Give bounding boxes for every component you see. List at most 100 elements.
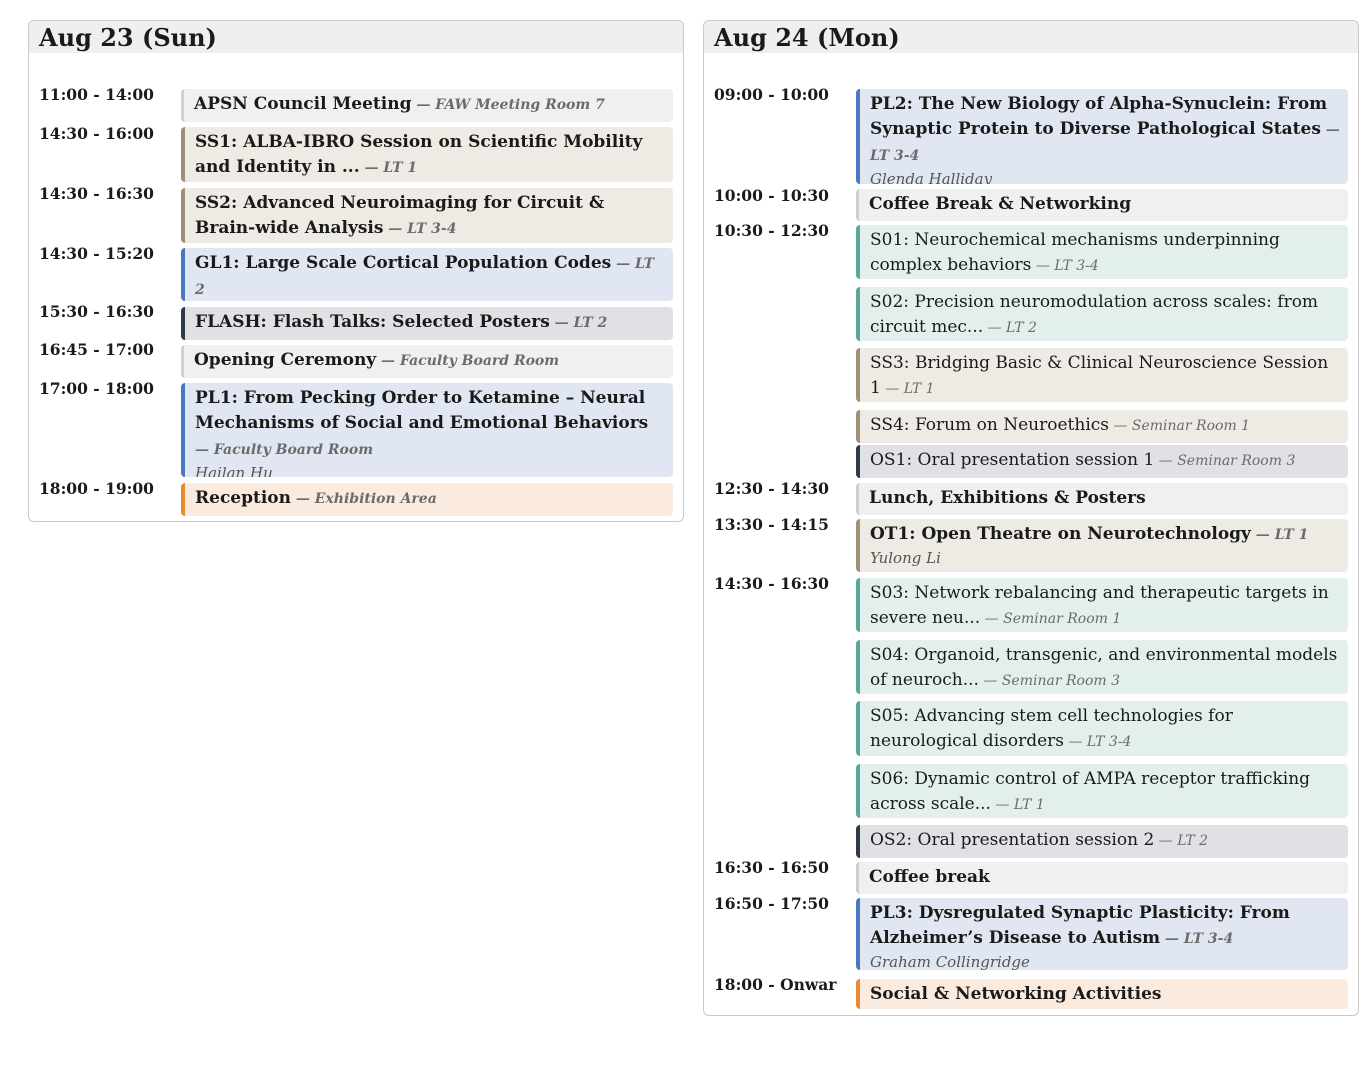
location-separator: — bbox=[1160, 931, 1184, 947]
event-title: Opening Ceremony bbox=[194, 350, 377, 370]
event-card-s04[interactable]: S04: Organoid, transgenic, and environme… bbox=[856, 640, 1348, 694]
location-separator: — bbox=[359, 160, 384, 176]
event-title-line: OS1: Oral presentation session 1 — Semin… bbox=[870, 448, 1340, 474]
event-title: Social & Networking Activities bbox=[870, 984, 1162, 1004]
time-label: 12:30 - 14:30 bbox=[714, 479, 829, 498]
time-label: 18:00 - 19:00 bbox=[39, 479, 154, 498]
event-card-pl1[interactable]: PL1: From Pecking Order to Ketamine – Ne… bbox=[181, 383, 673, 477]
time-label: 16:45 - 17:00 bbox=[39, 340, 154, 359]
event-location: LT 3-4 bbox=[1086, 734, 1132, 750]
time-label: 11:00 - 14:00 bbox=[39, 85, 154, 104]
event-title: SS3: Bridging Basic & Clinical Neuroscie… bbox=[870, 353, 1329, 398]
event-card-lunch-exhibitions-posters[interactable]: Lunch, Exhibitions & Posters bbox=[856, 483, 1348, 515]
event-location: LT 3-4 bbox=[1054, 258, 1099, 274]
event-title-line: PL2: The New Biology of Alpha-Synuclein:… bbox=[870, 92, 1340, 169]
location-separator: — bbox=[1250, 527, 1275, 543]
location-separator: — bbox=[195, 442, 214, 458]
event-title: SS1: ALBA-IBRO Session on Scientific Mob… bbox=[195, 132, 643, 177]
event-title: GL1: Large Scale Cortical Population Cod… bbox=[195, 253, 612, 273]
time-label: 09:00 - 10:00 bbox=[714, 85, 829, 104]
event-card-social-networking-activities[interactable]: Social & Networking Activities bbox=[856, 979, 1348, 1009]
time-label: 16:50 - 17:50 bbox=[714, 894, 829, 913]
event-speaker: Yulong Li bbox=[870, 549, 941, 567]
location-separator: — bbox=[291, 491, 315, 507]
event-title-line: S06: Dynamic control of AMPA receptor tr… bbox=[870, 767, 1340, 818]
time-label: 14:30 - 16:00 bbox=[39, 124, 154, 143]
time-label: 17:00 - 18:00 bbox=[39, 379, 154, 398]
event-title: OS1: Oral presentation session 1 bbox=[870, 450, 1155, 470]
event-title-line: SS4: Forum on Neuroethics — Seminar Room… bbox=[870, 413, 1340, 439]
event-card-pl3[interactable]: PL3: Dysregulated Synaptic Plasticity: F… bbox=[856, 898, 1348, 970]
event-location: Exhibition Area bbox=[314, 491, 437, 507]
day-header: Aug 24 (Mon) bbox=[704, 21, 1358, 53]
location-separator: — bbox=[549, 315, 574, 331]
event-title: OT1: Open Theatre on Neurotechnology bbox=[870, 524, 1251, 544]
event-location: LT 2 bbox=[573, 315, 608, 331]
event-card-pl2[interactable]: PL2: The New Biology of Alpha-Synuclein:… bbox=[856, 89, 1348, 184]
event-title-line: OT1: Open Theatre on Neurotechnology — L… bbox=[870, 522, 1340, 548]
event-card-ss2[interactable]: SS2: Advanced Neuroimaging for Circuit &… bbox=[181, 188, 673, 243]
event-location: LT 1 bbox=[1013, 797, 1045, 813]
event-card-gl1[interactable]: GL1: Large Scale Cortical Population Cod… bbox=[181, 248, 673, 301]
time-label: 18:00 - Onwar bbox=[714, 975, 837, 994]
event-location: LT 1 bbox=[903, 381, 935, 397]
event-card-ot1[interactable]: OT1: Open Theatre on Neurotechnology — L… bbox=[856, 519, 1348, 572]
event-title-line: Social & Networking Activities bbox=[870, 982, 1340, 1007]
event-title-line: Lunch, Exhibitions & Posters bbox=[869, 486, 1340, 511]
event-location: LT 3-4 bbox=[407, 221, 457, 237]
day-panel-aug-24: Aug 24 (Mon) 09:00 - 10:00 PL2: The New B… bbox=[703, 20, 1359, 1016]
event-title: PL1: From Pecking Order to Ketamine – Ne… bbox=[195, 388, 649, 433]
event-title-line: PL3: Dysregulated Synaptic Plasticity: F… bbox=[870, 901, 1340, 952]
location-separator: — bbox=[1154, 833, 1178, 849]
event-card-apsn-council-meeting[interactable]: APSN Council Meeting — FAW Meeting Room … bbox=[181, 89, 673, 122]
event-card-ss4[interactable]: SS4: Forum on Neuroethics — Seminar Room… bbox=[856, 410, 1348, 443]
event-title: APSN Council Meeting bbox=[194, 94, 412, 114]
event-card-coffee-break[interactable]: Coffee break bbox=[856, 862, 1348, 894]
event-card-reception[interactable]: Reception — Exhibition Area bbox=[181, 483, 673, 516]
location-separator: — bbox=[1320, 122, 1340, 138]
location-separator: — bbox=[1031, 258, 1055, 274]
location-separator: — bbox=[411, 97, 436, 113]
event-card-flash[interactable]: FLASH: Flash Talks: Selected Posters — L… bbox=[181, 307, 673, 340]
event-title: SS4: Forum on Neuroethics bbox=[870, 415, 1109, 435]
event-card-s03[interactable]: S03: Network rebalancing and therapeutic… bbox=[856, 578, 1348, 632]
event-card-coffee-break-networking[interactable]: Coffee Break & Networking bbox=[856, 189, 1348, 221]
event-title-line: Opening Ceremony — Faculty Board Room bbox=[194, 348, 665, 374]
event-location: LT 3-4 bbox=[870, 148, 920, 164]
event-location: Faculty Board Room bbox=[213, 442, 374, 458]
time-label: 10:00 - 10:30 bbox=[714, 186, 829, 205]
event-title: Coffee Break & Networking bbox=[869, 194, 1132, 214]
time-label: 13:30 - 14:15 bbox=[714, 515, 829, 534]
event-title-line: S05: Advancing stem cell technologies fo… bbox=[870, 704, 1340, 755]
event-location: LT 1 bbox=[383, 160, 418, 176]
event-title-line: APSN Council Meeting — FAW Meeting Room … bbox=[194, 92, 665, 118]
event-title: Lunch, Exhibitions & Posters bbox=[869, 488, 1146, 508]
location-separator: — bbox=[376, 353, 400, 369]
event-location: Seminar Room 1 bbox=[1131, 418, 1251, 434]
event-card-s05[interactable]: S05: Advancing stem cell technologies fo… bbox=[856, 701, 1348, 756]
time-label: 14:30 - 16:30 bbox=[39, 184, 154, 203]
event-card-s02[interactable]: S02: Precision neuromodulation across sc… bbox=[856, 287, 1348, 341]
event-location: Seminar Room 3 bbox=[1001, 673, 1121, 689]
event-title-line: Reception — Exhibition Area bbox=[195, 486, 665, 512]
event-card-s06[interactable]: S06: Dynamic control of AMPA receptor tr… bbox=[856, 764, 1348, 818]
event-card-ss1[interactable]: SS1: ALBA-IBRO Session on Scientific Mob… bbox=[181, 127, 673, 182]
location-separator: — bbox=[978, 673, 1002, 689]
event-speaker: Glenda Halliday bbox=[870, 170, 993, 184]
event-location: LT 2 bbox=[1177, 833, 1209, 849]
event-title: Coffee break bbox=[869, 867, 990, 887]
event-location: LT 1 bbox=[1274, 527, 1309, 543]
event-card-os2[interactable]: OS2: Oral presentation session 2 — LT 2 bbox=[856, 825, 1348, 858]
event-card-opening-ceremony[interactable]: Opening Ceremony — Faculty Board Room bbox=[181, 345, 673, 378]
event-location: FAW Meeting Room 7 bbox=[435, 97, 605, 113]
event-speaker: Hailan Hu bbox=[195, 464, 273, 477]
day-header: Aug 23 (Sun) bbox=[29, 21, 683, 53]
event-title-line: S03: Network rebalancing and therapeutic… bbox=[870, 581, 1340, 632]
event-title: S02: Precision neuromodulation across sc… bbox=[870, 292, 1319, 337]
event-card-s01[interactable]: S01: Neurochemical mechanisms underpinni… bbox=[856, 225, 1348, 279]
event-title-line: Coffee break bbox=[869, 865, 1340, 890]
time-label: 15:30 - 16:30 bbox=[39, 302, 154, 321]
location-separator: — bbox=[611, 256, 635, 272]
event-card-ss3[interactable]: SS3: Bridging Basic & Clinical Neuroscie… bbox=[856, 348, 1348, 402]
event-card-os1[interactable]: OS1: Oral presentation session 1 — Semin… bbox=[856, 445, 1348, 478]
